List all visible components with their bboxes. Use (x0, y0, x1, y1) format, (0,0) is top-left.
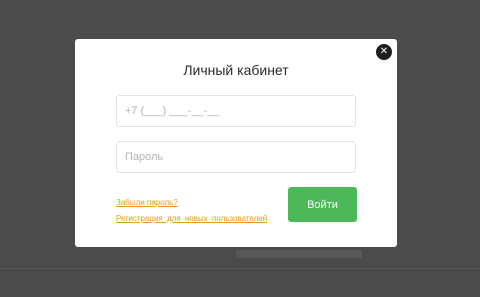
forgot-password-link[interactable]: Забыли пароль? (116, 198, 178, 207)
password-input[interactable] (116, 141, 356, 173)
background-content-hint (236, 250, 362, 258)
modal-title: Личный кабинет (183, 62, 289, 78)
login-button[interactable]: Войти (288, 187, 357, 222)
register-link[interactable]: Регистрация для новых пользователей (116, 214, 267, 223)
close-icon[interactable]: ✕ (376, 44, 392, 60)
background-divider (0, 268, 480, 269)
phone-input[interactable] (116, 95, 356, 127)
page-overlay[interactable]: ✕ Личный кабинет Забыли пароль? Регистра… (0, 0, 480, 297)
